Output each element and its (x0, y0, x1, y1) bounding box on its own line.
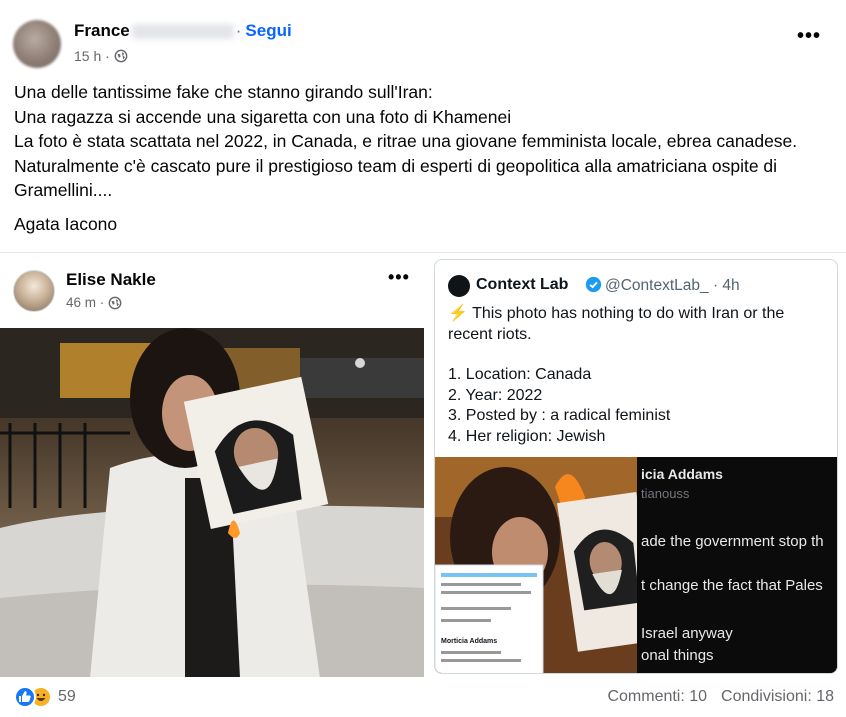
post-text-line: Una delle tantissime fake che stanno gir… (14, 82, 433, 102)
inner-tweet-name: icia Addams (641, 466, 723, 482)
context-lab-logo-icon (448, 275, 470, 297)
tweet-list-item: 3. Posted by : a radical feminist (448, 407, 671, 424)
post-text: Una delle tantissime fake che stanno gir… (14, 80, 839, 203)
verified-badge-icon (585, 276, 602, 293)
author-avatar[interactable] (13, 20, 61, 68)
post-text-line: Naturalmente c'è cascato pure il prestig… (14, 155, 778, 201)
shares-count-link[interactable]: Condivisioni: 18 (721, 688, 834, 706)
facebook-post: France · Segui 15 h · ••• Una delle tant… (0, 0, 846, 717)
embedded-timestamp: 46 m · (66, 295, 105, 310)
tweet-intro: This photo has nothing to do with Iran o… (448, 305, 785, 343)
tweet-list-item: 1. Location: Canada (448, 366, 592, 383)
inner-tweet-line: ade the government stop th (641, 533, 824, 550)
author-name-redacted (131, 23, 234, 39)
tweet-card: Context Lab @ContextLab_ · 4h ⚡ This pho… (434, 259, 838, 674)
embedded-author-avatar (13, 270, 55, 312)
post-meta: 15 h · (74, 47, 128, 65)
reaction-count: 59 (58, 688, 76, 705)
photo-girl-burning-portrait (0, 328, 424, 677)
tweet-image-collage: Morticia Addams icia Addams tianouss ade… (435, 457, 837, 673)
inner-tweet-line: onal things (641, 647, 714, 664)
comments-count-link[interactable]: Commenti: 10 (607, 688, 707, 706)
engagement-stats: Commenti: 10 Condivisioni: 18 (607, 688, 834, 706)
post-text-line: La foto è stata scattata nel 2022, in Ca… (14, 131, 798, 151)
photo-illustration (0, 328, 424, 677)
author-name[interactable]: France (74, 21, 130, 41)
globe-icon (114, 49, 128, 63)
post-footer: 59 Commenti: 10 Condivisioni: 18 (0, 678, 846, 717)
globe-icon (108, 296, 122, 309)
tweet-image-illustration: Morticia Addams (435, 457, 837, 673)
post-text-line: Una ragazza si accende una sigaretta con… (14, 106, 512, 127)
tweet-list-item: 4. Her religion: Jewish (448, 427, 606, 445)
inner-tweet-line: Israel anyway (641, 625, 733, 642)
tweet-text: ⚡ This photo has nothing to do with Iran… (448, 304, 833, 447)
follow-button[interactable]: Segui (245, 21, 291, 41)
tweet-list-item: 2. Year: 2022 (448, 386, 543, 404)
mini-card-title: Morticia Addams (441, 638, 497, 645)
author-row: France · Segui (74, 20, 292, 42)
embedded-post-meta: 46 m · (66, 295, 122, 310)
post-timestamp[interactable]: 15 h · (74, 48, 110, 64)
tweet-handle: @ContextLab_ · 4h (605, 277, 740, 294)
like-reaction-icon (14, 686, 36, 708)
tweet-author-name: Context Lab (476, 276, 569, 293)
embedded-more-icon: ••• (388, 267, 410, 287)
reactions-summary[interactable]: 59 (14, 686, 76, 708)
more-options-button[interactable]: ••• (794, 26, 824, 50)
separator-dot: · (235, 21, 242, 40)
inner-tweet-handle: tianouss (641, 486, 690, 501)
post-signature: Agata Iacono (14, 214, 118, 234)
post-media[interactable]: Elise Nakle 46 m · ••• Context Lab @Cont… (0, 252, 846, 677)
embedded-author-name: Elise Nakle (66, 270, 156, 289)
lightning-icon: ⚡ (448, 305, 468, 322)
inner-tweet-line: t change the fact that Pales (641, 577, 823, 594)
